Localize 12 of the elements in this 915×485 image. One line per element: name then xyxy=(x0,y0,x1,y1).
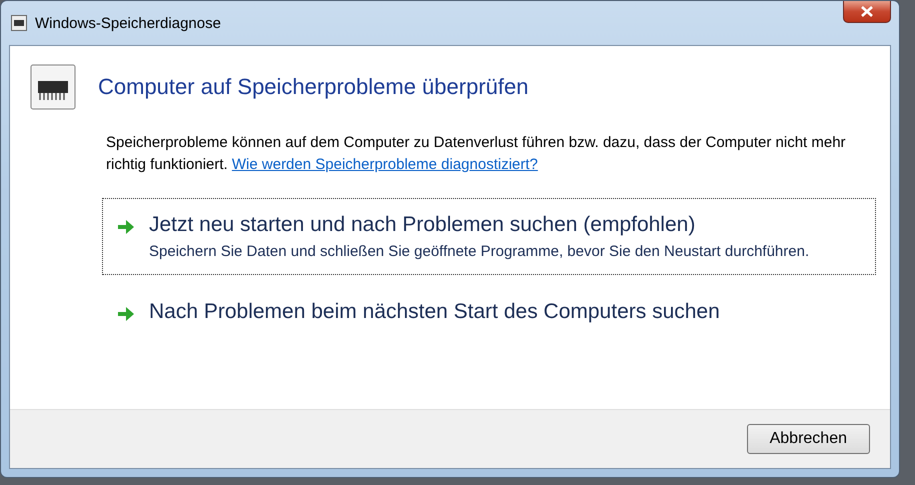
close-icon xyxy=(861,6,873,17)
dialog-heading: Computer auf Speicherprobleme überprüfen xyxy=(98,74,528,100)
intro-text: Speicherprobleme können auf dem Computer zu Datenverlust führen bzw. dazu, dass der Computer nicht mehr richtig funktioniert. Wie werden Speicherprobleme diagnostiziert? xyxy=(106,133,847,175)
window-title: Windows-Speicherdiagnose xyxy=(35,14,221,32)
memory-chip-icon xyxy=(30,64,76,110)
help-link[interactable]: Wie werden Speicherprobleme diagnostiziert? xyxy=(232,156,538,173)
arrow-icon xyxy=(117,306,135,322)
arrow-icon xyxy=(117,219,135,235)
command-link[interactable]: Jetzt neu starten und nach Problemen suchen (empfohlen) Speichern Sie Daten und schließen Sie geöffnete Programme, bevor Sie den Neustart durchführen. xyxy=(102,198,876,275)
chip-icon xyxy=(11,15,27,31)
cancel-button[interactable]: Abbrechen xyxy=(746,424,870,454)
close-button[interactable] xyxy=(843,1,891,23)
